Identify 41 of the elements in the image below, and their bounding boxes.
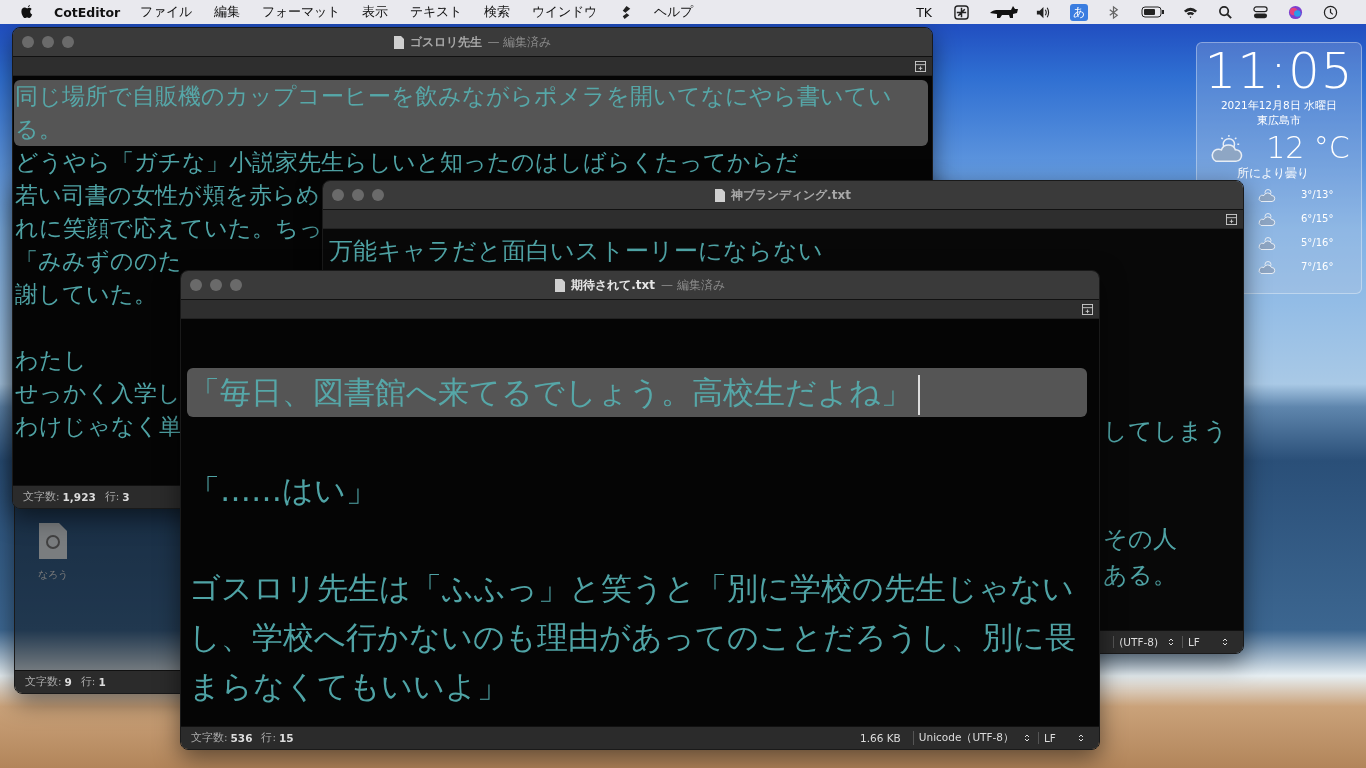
weather-condition: 所により曇り	[1237, 165, 1309, 182]
window-title: ゴスロリ先生	[409, 33, 482, 51]
text-line: ゴスロリ先生は「ふふっ」と笑うと「別に学校の先生じゃないし、学校へ行かないのも理由があってのことだろうし、別に畏まらなくてもいいよ」	[188, 569, 1077, 706]
text-line: 「……はい」	[188, 471, 378, 510]
text-line: 謝していた。	[14, 280, 158, 309]
text-line: わたし	[14, 346, 88, 375]
char-count-label: 文字数:	[23, 490, 60, 504]
text-line: 万能キャラだと面白いストーリーにならない	[328, 236, 824, 267]
document-state: — 編集済み	[660, 276, 725, 294]
line-label: 行:	[104, 490, 120, 504]
char-count: 9	[64, 676, 72, 688]
text-line: 「みみずののた	[14, 247, 183, 276]
document-state: — 編集済み	[487, 33, 552, 51]
window-title: 神ブランディング.txt	[731, 186, 851, 204]
forecast-temperature: 7°/16°	[1301, 260, 1334, 272]
char-count: 536	[230, 732, 253, 744]
text-line: その人	[1102, 524, 1178, 555]
clock-time: 11:05	[1204, 43, 1354, 99]
text-line: せっかく入学し	[14, 379, 182, 408]
char-count-label: 文字数:	[191, 731, 228, 745]
city-label: 東広島市	[1257, 113, 1301, 128]
text-line: ある。	[1102, 560, 1178, 591]
forecast-temperature: 6°/15°	[1301, 212, 1334, 224]
text-line: どうやら「ガチな」小説家先生らしいと知ったのはしばらくたってからだ	[14, 148, 800, 177]
forecast-temperature: 5°/16°	[1301, 236, 1334, 248]
line-label: 行:	[261, 731, 276, 745]
char-count-label: 文字数:	[25, 675, 62, 689]
char-count: 1,923	[62, 491, 96, 503]
text-line: してしまう	[1102, 416, 1229, 447]
line-number: 3	[122, 491, 130, 503]
temperature: 12 °C	[1266, 130, 1350, 165]
text-line: わけじゃなく単	[14, 412, 183, 441]
date-label: 2021年12月8日 水曜日	[1220, 99, 1338, 113]
line-label: 行:	[80, 675, 96, 689]
text-line: れに笑顔で応えていた。ちっ	[14, 214, 324, 243]
line-number: 1	[98, 676, 106, 688]
file-size: 1.66 KB	[860, 732, 901, 744]
line-number: 15	[279, 732, 294, 744]
forecast-temperature: 3°/13°	[1301, 188, 1334, 200]
text-line: 若い司書の女性が頬を赤らめ	[14, 181, 321, 210]
window-title: 期待されて.txt	[571, 276, 655, 294]
